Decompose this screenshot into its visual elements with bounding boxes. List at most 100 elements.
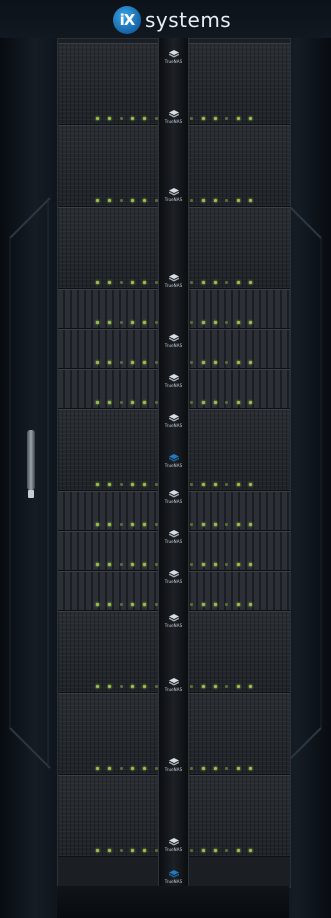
status-led	[107, 199, 111, 202]
status-led	[201, 321, 205, 324]
status-led	[190, 767, 194, 770]
status-led	[190, 361, 194, 364]
truenas-label: TrueNAS	[164, 499, 183, 504]
status-led	[201, 361, 205, 364]
status-led	[213, 685, 217, 688]
status-led	[248, 483, 252, 486]
status-led	[225, 767, 229, 770]
rack-door-left	[0, 38, 58, 918]
status-led	[225, 849, 229, 852]
status-led	[225, 361, 229, 364]
status-led	[131, 603, 135, 606]
status-led	[107, 117, 111, 120]
truenas-label: TrueNAS	[164, 59, 183, 64]
status-led	[248, 849, 252, 852]
status-led	[237, 849, 241, 852]
truenas-badge: TrueNAS	[159, 50, 188, 66]
truenas-label: TrueNAS	[164, 197, 183, 202]
truenas-label: TrueNAS	[164, 383, 183, 388]
status-led	[131, 321, 135, 324]
center-spine: TrueNAS TrueNAS TrueNAS TrueNAS TrueNAS TrueN…	[158, 38, 189, 886]
status-led	[107, 767, 111, 770]
truenas-badge: TrueNAS	[159, 414, 188, 430]
status-led	[131, 361, 135, 364]
status-led	[201, 563, 205, 566]
truenas-mark-icon	[168, 838, 179, 846]
status-led	[143, 767, 147, 770]
status-led	[213, 523, 217, 526]
status-led	[201, 523, 205, 526]
status-led	[119, 767, 123, 770]
server-rack: iX systems TrueNAS TrueNAS TrueNAS TrueNAS T…	[0, 0, 331, 918]
truenas-badge: TrueNAS	[159, 334, 188, 350]
status-led	[201, 849, 205, 852]
truenas-badge: TrueNAS	[159, 454, 188, 470]
status-led	[225, 401, 229, 404]
status-led	[248, 281, 252, 284]
status-led	[213, 849, 217, 852]
status-led	[143, 483, 147, 486]
status-led	[225, 117, 229, 120]
truenas-badge: TrueNAS	[159, 530, 188, 546]
status-led	[119, 603, 123, 606]
status-led	[107, 849, 111, 852]
status-led	[96, 767, 99, 770]
truenas-label: TrueNAS	[164, 283, 183, 288]
status-led	[237, 483, 241, 486]
ixsystems-logo: iX systems	[113, 6, 231, 34]
door-handle[interactable]	[27, 430, 35, 498]
truenas-badge: TrueNAS	[159, 490, 188, 506]
truenas-badge: TrueNAS	[159, 110, 188, 126]
status-led	[143, 321, 147, 324]
truenas-mark-icon	[168, 678, 179, 686]
status-led	[96, 117, 99, 120]
status-led	[96, 603, 99, 606]
status-led	[213, 199, 217, 202]
status-led	[237, 603, 241, 606]
status-led	[213, 483, 217, 486]
status-led	[107, 321, 111, 324]
status-led	[119, 483, 123, 486]
truenas-badge: TrueNAS	[159, 570, 188, 586]
truenas-mark-icon	[168, 374, 179, 382]
status-led	[190, 523, 194, 526]
status-led	[201, 199, 205, 202]
status-led	[237, 563, 241, 566]
status-led	[131, 767, 135, 770]
status-led	[225, 483, 229, 486]
status-led	[248, 767, 252, 770]
truenas-mark-icon	[168, 870, 179, 878]
truenas-label: TrueNAS	[164, 539, 183, 544]
truenas-badge: TrueNAS	[159, 274, 188, 290]
status-led	[96, 361, 99, 364]
truenas-badge: TrueNAS	[159, 870, 188, 886]
status-led	[225, 603, 229, 606]
truenas-mark-icon	[168, 50, 179, 58]
status-led	[201, 685, 205, 688]
status-led	[119, 281, 123, 284]
truenas-badge: TrueNAS	[159, 838, 188, 854]
truenas-mark-icon	[168, 274, 179, 282]
truenas-label: TrueNAS	[164, 343, 183, 348]
truenas-mark-icon	[168, 414, 179, 422]
status-led	[107, 361, 111, 364]
status-led	[237, 361, 241, 364]
status-led	[119, 117, 123, 120]
status-led	[213, 117, 217, 120]
status-led	[248, 117, 252, 120]
status-led	[225, 281, 229, 284]
status-led	[143, 117, 147, 120]
status-led	[213, 563, 217, 566]
status-led	[119, 199, 123, 202]
ix-badge-icon: iX	[113, 6, 141, 34]
status-led	[96, 685, 99, 688]
status-led	[201, 767, 205, 770]
status-led	[237, 685, 241, 688]
status-led	[248, 563, 252, 566]
status-led	[107, 563, 111, 566]
status-led	[237, 523, 241, 526]
truenas-mark-icon	[168, 570, 179, 578]
status-led	[190, 685, 194, 688]
truenas-label: TrueNAS	[164, 687, 183, 692]
status-led	[131, 401, 135, 404]
